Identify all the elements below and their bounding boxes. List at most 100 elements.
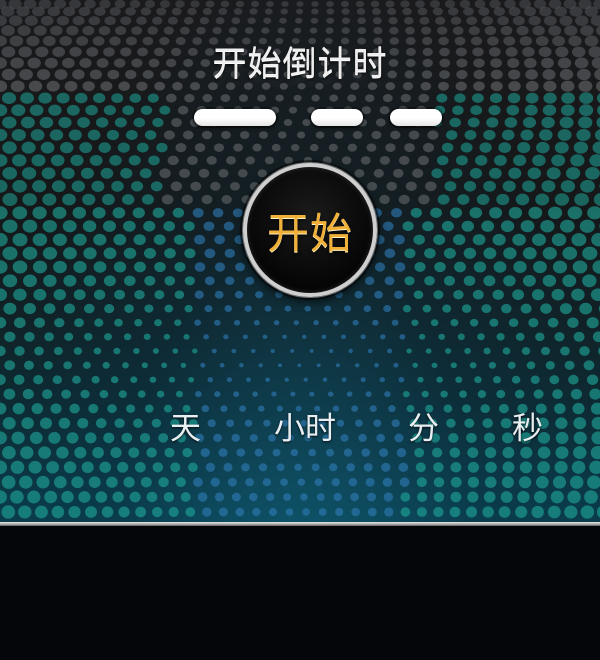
halftone-dot xyxy=(212,208,224,218)
halftone-dot xyxy=(406,348,412,354)
halftone-dot xyxy=(4,331,16,342)
halftone-dot xyxy=(152,462,164,473)
halftone-dot xyxy=(0,232,8,247)
halftone-dot xyxy=(77,417,89,429)
halftone-dot xyxy=(587,206,600,220)
halftone-dot xyxy=(121,432,133,443)
halftone-dot xyxy=(214,319,221,326)
halftone-dot xyxy=(508,6,521,17)
halftone-dot xyxy=(33,317,46,328)
halftone-dot xyxy=(231,492,241,502)
halftone-dot xyxy=(33,375,44,385)
halftone-dot xyxy=(415,0,425,8)
halftone-dot xyxy=(144,130,157,140)
halftone-dot xyxy=(452,105,464,115)
halftone-dot xyxy=(214,290,224,299)
halftone-dot xyxy=(118,506,130,518)
halftone-dot xyxy=(184,276,195,286)
halftone-dot xyxy=(20,116,35,129)
halftone-dot xyxy=(468,26,480,36)
halftone-dot xyxy=(418,93,430,103)
halftone-dot xyxy=(372,17,382,25)
halftone-dot xyxy=(103,275,116,287)
halftone-dot xyxy=(436,376,443,383)
halftone-dot xyxy=(146,491,158,503)
halftone-dot xyxy=(288,106,298,114)
halftone-dot xyxy=(296,131,306,139)
halftone-dot xyxy=(483,275,496,287)
halftone-dot xyxy=(24,15,38,26)
halftone-dot xyxy=(124,275,136,286)
halftone-dot xyxy=(554,141,569,154)
halftone-dot xyxy=(120,16,132,26)
halftone-dot xyxy=(190,181,202,191)
halftone-dot xyxy=(0,402,7,415)
halftone-dot xyxy=(329,94,339,102)
halftone-dot xyxy=(422,142,435,153)
halftone-dot xyxy=(84,432,97,444)
halftone-dot xyxy=(360,377,366,383)
halftone-dot xyxy=(163,26,174,35)
halftone-dot xyxy=(163,130,175,140)
halftone-dot xyxy=(543,15,557,26)
halftone-dot xyxy=(1,475,16,489)
halftone-dot xyxy=(559,303,572,315)
halftone-dot xyxy=(194,234,206,245)
halftone-dot xyxy=(181,194,193,205)
halftone-dot xyxy=(514,389,525,399)
halftone-dot xyxy=(173,234,186,245)
halftone-dot xyxy=(554,6,568,17)
start-button[interactable]: 开始 xyxy=(243,163,377,297)
halftone-dot xyxy=(533,490,547,504)
halftone-dot xyxy=(168,507,179,517)
halftone-dot xyxy=(72,206,87,219)
halftone-dot xyxy=(202,7,212,16)
halftone-dot xyxy=(2,446,16,460)
halftone-dot xyxy=(133,117,146,128)
halftone-dot xyxy=(281,1,289,7)
halftone-dot xyxy=(324,305,331,312)
halftone-dot xyxy=(182,130,194,140)
halftone-dot xyxy=(341,8,350,15)
halftone-dot xyxy=(72,375,81,384)
halftone-dot xyxy=(592,260,600,274)
halftone-dot xyxy=(441,142,454,153)
halftone-dot xyxy=(2,166,18,180)
halftone-dot xyxy=(365,477,375,487)
halftone-dot xyxy=(171,7,182,16)
halftone-dot xyxy=(375,118,386,127)
halftone-dot xyxy=(187,155,198,165)
halftone-dot xyxy=(498,142,512,153)
halftone-dot xyxy=(122,105,135,116)
halftone-dot xyxy=(52,206,67,219)
halftone-dot xyxy=(183,334,190,340)
halftone-dot xyxy=(200,448,210,458)
halftone-dot xyxy=(161,362,168,369)
halftone-dot xyxy=(573,431,587,445)
halftone-dot xyxy=(393,234,405,245)
halftone-dot xyxy=(585,166,600,180)
halftone-dot xyxy=(180,362,187,368)
halftone-dot xyxy=(311,8,319,15)
halftone-dot xyxy=(450,168,463,179)
halftone-dot xyxy=(484,447,497,459)
halftone-dot xyxy=(218,168,229,178)
halftone-dot xyxy=(413,290,424,300)
halftone-dot xyxy=(91,180,105,192)
halftone-dot xyxy=(158,477,169,488)
halftone-dot xyxy=(245,276,255,285)
halftone-dot xyxy=(104,16,116,26)
halftone-dot xyxy=(63,461,77,474)
halftone-dot xyxy=(384,248,396,259)
halftone-dot xyxy=(44,332,54,342)
halftone-dot xyxy=(483,347,491,355)
halftone-dot xyxy=(58,417,71,429)
halftone-dot xyxy=(113,261,127,273)
halftone-dot xyxy=(530,375,540,384)
halftone-dot xyxy=(241,463,250,472)
halftone-dot xyxy=(103,247,117,260)
halftone-dot xyxy=(210,181,221,191)
halftone-dot xyxy=(402,390,410,398)
halftone-dot xyxy=(404,276,415,286)
halftone-dot xyxy=(38,446,52,459)
